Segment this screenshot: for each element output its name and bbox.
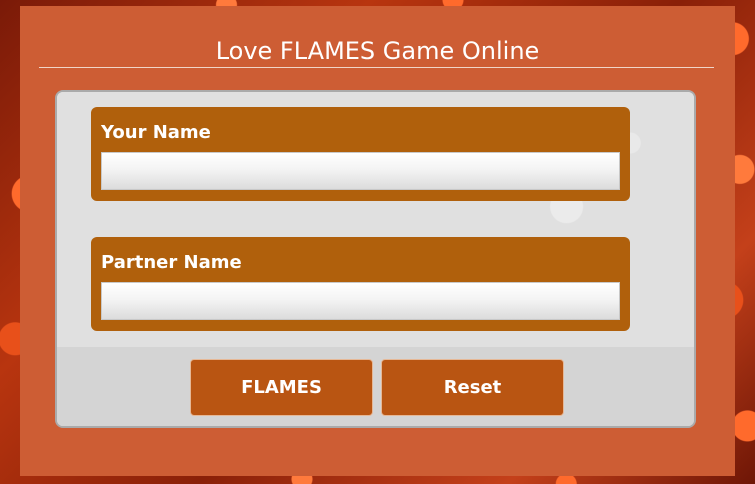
- your-name-group: Your Name: [91, 107, 630, 201]
- panel-footer: [57, 347, 694, 426]
- your-name-input[interactable]: [101, 152, 620, 190]
- page-title: Love FLAMES Game Online: [215, 37, 540, 65]
- your-name-label: Your Name: [101, 122, 211, 143]
- partner-name-group: Partner Name: [91, 237, 630, 331]
- form-panel: Your Name Partner Name FLAMES Reset: [55, 90, 696, 428]
- partner-name-label: Partner Name: [101, 252, 242, 273]
- game-card: Love FLAMES Game Online Your Name Partne…: [20, 6, 735, 476]
- reset-button[interactable]: Reset: [381, 359, 564, 416]
- partner-name-input[interactable]: [101, 282, 620, 320]
- flames-button[interactable]: FLAMES: [190, 359, 373, 416]
- title-divider: [39, 67, 714, 68]
